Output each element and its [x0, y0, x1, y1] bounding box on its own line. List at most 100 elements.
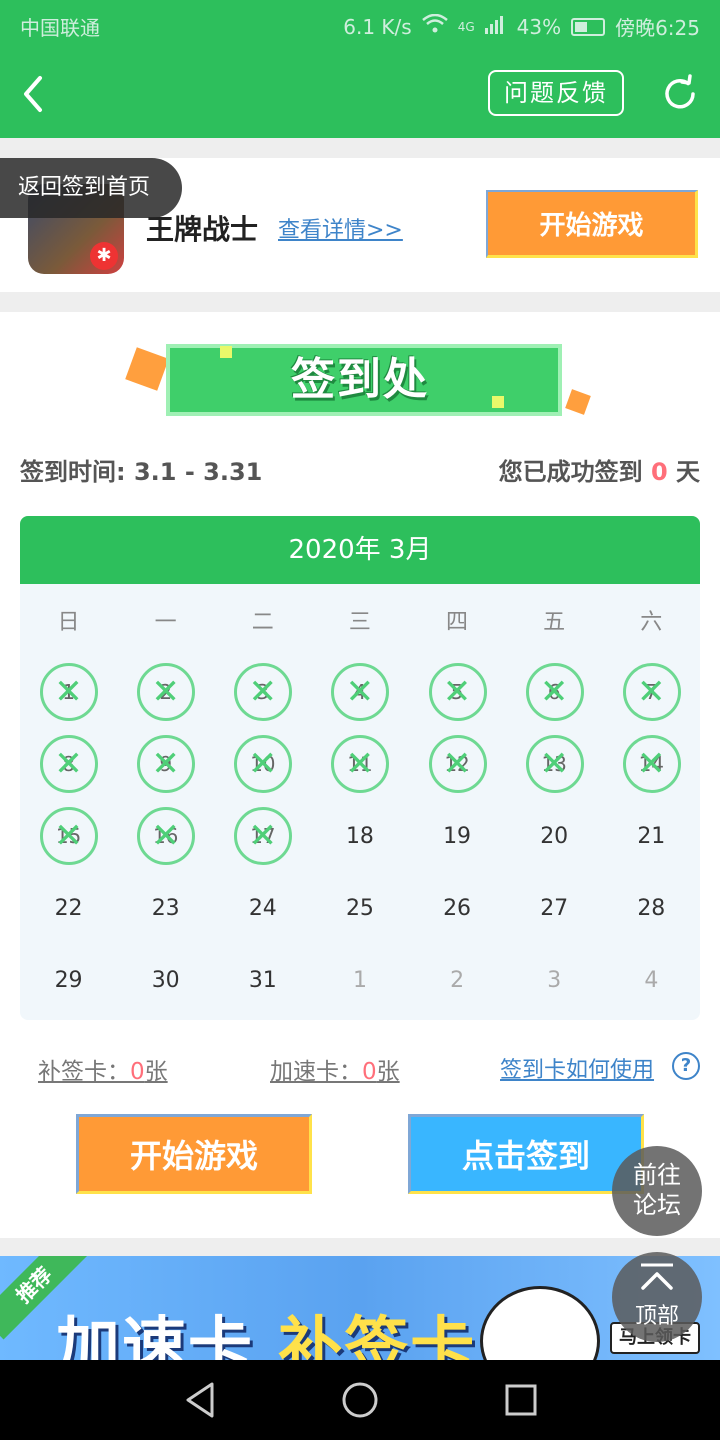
calendar-day-signed[interactable]: 10 ✕: [214, 728, 311, 800]
weekday-label: 六: [640, 610, 663, 635]
calendar-day-signed[interactable]: 5 ✕: [409, 656, 506, 728]
carrier-label: 中国联通: [20, 16, 100, 40]
go-to-forum-button[interactable]: 前往 论坛: [612, 1146, 702, 1236]
help-icon[interactable]: ?: [672, 1052, 700, 1080]
calendar-day[interactable]: 28: [603, 872, 700, 944]
speed-card-count[interactable]: 加速卡：0张: [270, 1052, 400, 1086]
calendar-week-row: 1 ✕ 2 ✕ 3 ✕ 4 ✕ 5 ✕ 6 ✕ 7 ✕: [20, 656, 700, 728]
missed-x-icon: ✕: [539, 672, 569, 712]
missed-x-icon: ✕: [248, 816, 278, 856]
day-number: 26: [443, 895, 472, 921]
day-number: 2: [450, 967, 465, 993]
sign-count: 您已成功签到 0 天: [499, 452, 700, 487]
badge-icon: ✱: [90, 242, 118, 270]
missed-x-icon: ✕: [539, 744, 569, 784]
calendar-day-signed[interactable]: 11 ✕: [311, 728, 408, 800]
calendar-day[interactable]: 4: [603, 944, 700, 1016]
calendar-day-signed[interactable]: 4 ✕: [311, 656, 408, 728]
calendar-day[interactable]: 2: [409, 944, 506, 1016]
start-game-button[interactable]: 开始游戏: [76, 1114, 312, 1194]
back-to-top-button[interactable]: 顶部: [612, 1252, 702, 1342]
weekday-row: 日一二三四五六: [20, 584, 700, 656]
back-arrow-icon[interactable]: [18, 72, 58, 116]
forum-label-line2: 论坛: [633, 1191, 681, 1219]
back-to-sign-home-button[interactable]: 返回签到首页: [0, 158, 182, 218]
day-number: 30: [151, 967, 180, 993]
day-number: 29: [54, 967, 83, 993]
calendar-day[interactable]: 21: [603, 800, 700, 872]
speed-card-value: 0: [362, 1059, 377, 1085]
calendar-day-signed[interactable]: 1 ✕: [20, 656, 117, 728]
day-number: 4: [644, 967, 659, 993]
nav-home-icon[interactable]: [342, 1382, 378, 1418]
nav-back-icon[interactable]: [186, 1382, 214, 1418]
signal-icon: [484, 14, 507, 39]
calendar-day[interactable]: 18: [311, 800, 408, 872]
calendar-day-signed[interactable]: 2 ✕: [117, 656, 214, 728]
calendar-day-signed[interactable]: 13 ✕: [506, 728, 603, 800]
calendar-week-row: 8 ✕ 9 ✕ 10 ✕ 11 ✕ 12 ✕ 13 ✕ 14 ✕: [20, 728, 700, 800]
calendar-day[interactable]: 22: [20, 872, 117, 944]
day-number: 31: [248, 967, 277, 993]
start-game-button-top[interactable]: 开始游戏: [486, 190, 698, 258]
game-detail-link[interactable]: 查看详情>>: [278, 212, 403, 244]
sign-in-banner: 签到处: [125, 338, 591, 422]
calendar-day[interactable]: 1: [311, 944, 408, 1016]
calendar-day-signed[interactable]: 15 ✕: [20, 800, 117, 872]
calendar-day-signed[interactable]: 16 ✕: [117, 800, 214, 872]
calendar-day-signed[interactable]: 8 ✕: [20, 728, 117, 800]
day-number: 18: [345, 823, 374, 849]
calendar-day[interactable]: 31: [214, 944, 311, 1016]
calendar-month-title: 2020年 3月: [20, 516, 700, 584]
nav-recents-icon[interactable]: [505, 1384, 537, 1416]
refresh-icon[interactable]: [660, 74, 700, 114]
weekday-label: 二: [251, 610, 274, 635]
missed-x-icon: ✕: [151, 816, 180, 856]
card-howto-link[interactable]: 签到卡如何使用: [500, 1052, 654, 1084]
app-bar: 问题反馈: [0, 50, 720, 138]
status-bar: 中国联通 6.1 K/s 4G 43% 傍晚6:25: [0, 0, 720, 50]
network-type: 4G: [457, 19, 475, 34]
missed-x-icon: ✕: [442, 744, 472, 784]
missed-x-icon: ✕: [151, 672, 180, 712]
sign-in-button[interactable]: 点击签到: [408, 1114, 644, 1194]
calendar-day[interactable]: 23: [117, 872, 214, 944]
calendar-day-signed[interactable]: 14 ✕: [603, 728, 700, 800]
calendar-day-signed[interactable]: 3 ✕: [214, 656, 311, 728]
calendar-day-signed[interactable]: 17 ✕: [214, 800, 311, 872]
calendar-day-signed[interactable]: 6 ✕: [506, 656, 603, 728]
day-number: 3: [547, 967, 562, 993]
forum-label-line1: 前往: [633, 1161, 681, 1189]
missed-x-icon: ✕: [637, 672, 666, 712]
calendar-day[interactable]: 3: [506, 944, 603, 1016]
calendar-day-signed[interactable]: 7 ✕: [603, 656, 700, 728]
makeup-card-count[interactable]: 补签卡：0张: [38, 1052, 168, 1086]
top-label: 顶部: [634, 1304, 679, 1329]
weekday-label: 日: [57, 610, 80, 635]
calendar-day-signed[interactable]: 9 ✕: [117, 728, 214, 800]
sign-count-prefix: 您已成功签到: [498, 458, 643, 486]
calendar-day[interactable]: 29: [20, 944, 117, 1016]
wifi-icon: [421, 13, 448, 39]
calendar-day[interactable]: 30: [117, 944, 214, 1016]
calendar-day[interactable]: 20: [506, 800, 603, 872]
day-number: 19: [443, 823, 472, 849]
calendar-day-signed[interactable]: 12 ✕: [409, 728, 506, 800]
calendar-day[interactable]: 27: [506, 872, 603, 944]
feedback-button[interactable]: 问题反馈: [488, 70, 624, 116]
makeup-card-unit: 张: [144, 1059, 168, 1085]
missed-x-icon: ✕: [54, 816, 83, 856]
calendar-day[interactable]: 19: [409, 800, 506, 872]
calendar-week-row: 29 30 31 1 2 3 4: [20, 944, 700, 1016]
calendar-day[interactable]: 24: [214, 872, 311, 944]
calendar-day[interactable]: 25: [311, 872, 408, 944]
battery-icon: [571, 17, 606, 36]
day-number: 28: [637, 895, 666, 921]
arrow-up-icon: [641, 1263, 673, 1290]
network-speed: 6.1 K/s: [343, 14, 412, 39]
missed-x-icon: ✕: [54, 744, 83, 784]
day-number: 1: [352, 967, 367, 993]
weekday-label: 三: [348, 610, 371, 635]
day-number: 25: [345, 895, 374, 921]
calendar-day[interactable]: 26: [409, 872, 506, 944]
